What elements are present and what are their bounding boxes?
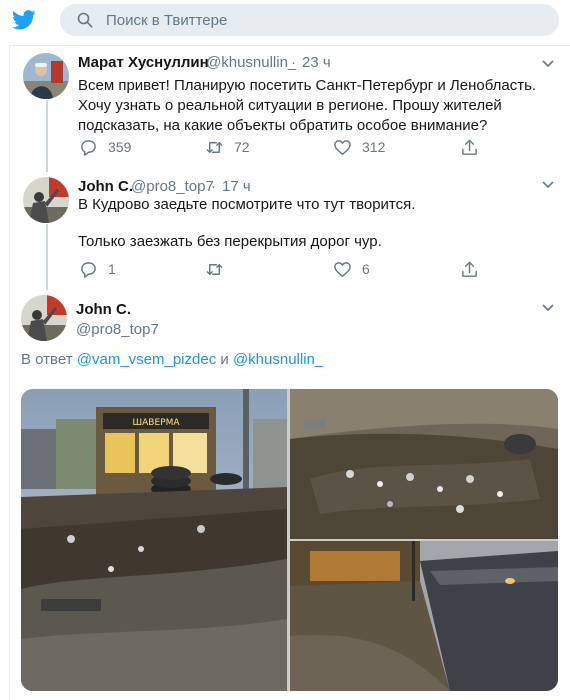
avatar[interactable] — [21, 295, 67, 341]
tweet-text-line2: Только заезжать без перекрытия дорог чур… — [78, 233, 382, 250]
reply-conjunction: и — [220, 351, 229, 368]
like-button[interactable]: 6 — [333, 259, 370, 279]
tweet-text-line1: В Кудрово заедьте посмотрите что тут тво… — [78, 196, 416, 213]
top-bar — [0, 0, 570, 40]
timestamp[interactable]: 23 ч — [302, 54, 331, 71]
photo[interactable] — [290, 389, 558, 539]
reply-button[interactable]: 359 — [79, 137, 131, 157]
shop-sign: ШАВЕРМА — [133, 418, 181, 428]
photo[interactable] — [290, 541, 558, 691]
avatar[interactable] — [23, 53, 69, 99]
chevron-down-icon[interactable] — [541, 59, 555, 69]
retweet-icon — [206, 141, 223, 153]
like-icon — [334, 139, 351, 155]
retweet-count: 72 — [234, 139, 250, 155]
chevron-down-icon[interactable] — [541, 180, 555, 190]
photo[interactable]: ШАВЕРМА — [21, 389, 287, 691]
photo-muddy-road — [290, 541, 558, 691]
reply-icon — [81, 261, 96, 278]
like-count: 312 — [362, 139, 386, 155]
retweet-button[interactable] — [205, 259, 234, 279]
share-icon — [462, 139, 477, 155]
avatar-photo — [23, 177, 69, 223]
search-icon — [77, 12, 93, 28]
share-button[interactable] — [460, 259, 489, 279]
share-button[interactable] — [460, 137, 489, 157]
tweet-text: Всем привет! Планирую посетить Санкт-Пет… — [78, 77, 537, 134]
like-count: 6 — [362, 261, 370, 277]
retweet-icon — [206, 263, 223, 275]
mention-link[interactable]: @vam_vsem_pizdec — [77, 351, 216, 368]
like-button[interactable]: 312 — [333, 137, 385, 157]
author-name[interactable]: John C. — [78, 178, 133, 195]
like-icon — [334, 261, 351, 277]
timestamp[interactable]: 17 ч — [222, 178, 251, 195]
search-input[interactable] — [106, 4, 546, 36]
retweet-button[interactable]: 72 — [205, 137, 250, 157]
avatar-photo — [21, 295, 67, 341]
reply-button[interactable]: 1 — [79, 259, 116, 279]
separator-dot: · — [211, 178, 216, 195]
avatar[interactable] — [23, 177, 69, 223]
mention-link[interactable]: @khusnullin_ — [233, 351, 323, 368]
author-handle[interactable]: @khusnullin_ — [206, 54, 296, 71]
search-box[interactable] — [60, 4, 559, 36]
separator-dot: · — [291, 54, 296, 71]
thread-connector — [46, 224, 48, 290]
reply-count: 359 — [108, 139, 132, 155]
photo-trash-ditch — [290, 389, 558, 539]
author-handle[interactable]: @pro8_top7 — [131, 178, 214, 195]
thread-connector — [46, 100, 48, 172]
author-handle[interactable]: @pro8_top7 — [76, 321, 159, 338]
reply-context: В ответ @vam_vsem_pizdec и @khusnullin_ — [21, 351, 323, 368]
reply-prefix: В ответ — [21, 351, 73, 368]
twitter-logo-icon[interactable] — [12, 9, 36, 31]
author-name[interactable]: Марат Хуснуллин — [78, 54, 209, 71]
reply-count: 1 — [108, 261, 116, 277]
avatar-photo — [23, 53, 69, 99]
reply-icon — [81, 139, 96, 156]
share-icon — [462, 261, 477, 277]
photo-street-shop: ШАВЕРМА — [21, 389, 287, 691]
author-name[interactable]: John C. — [76, 301, 131, 318]
media-grid: ШАВЕРМА — [21, 389, 558, 691]
chevron-down-icon[interactable] — [541, 303, 555, 313]
